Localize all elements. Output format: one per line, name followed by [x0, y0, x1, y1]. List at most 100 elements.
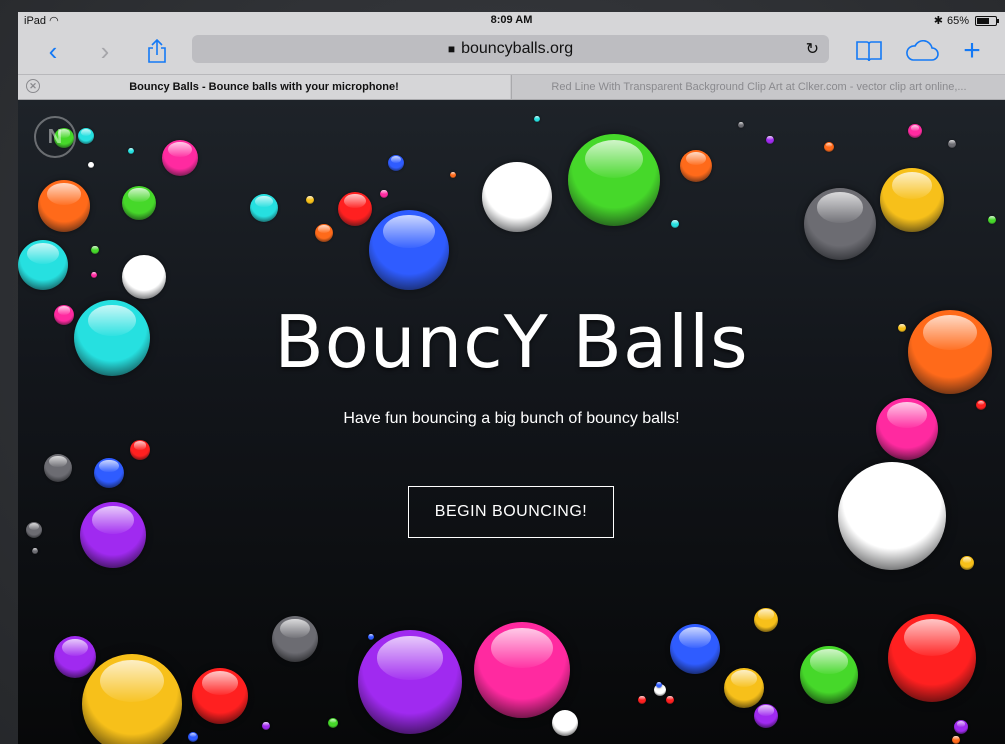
ball: [880, 168, 944, 232]
ball: [32, 548, 38, 554]
lock-icon: ■: [447, 42, 456, 56]
n-logo-icon[interactable]: N: [34, 116, 76, 158]
ball: [54, 636, 96, 678]
ball: [91, 246, 99, 254]
begin-bouncing-button[interactable]: BEGIN BOUNCING!: [408, 486, 614, 538]
ball: [122, 186, 156, 220]
reload-button[interactable]: ↻: [806, 39, 819, 59]
ball: [638, 696, 646, 704]
ball: [26, 522, 42, 538]
bookmarks-button[interactable]: [854, 36, 884, 66]
new-tab-button[interactable]: +: [958, 34, 986, 67]
ball: [804, 188, 876, 260]
ball: [474, 622, 570, 718]
ball: [122, 255, 166, 299]
ball: [534, 116, 540, 122]
ball: [908, 124, 922, 138]
bluetooth-icon: ✱: [933, 15, 943, 27]
close-tab-icon[interactable]: ✕: [26, 79, 40, 93]
share-button[interactable]: [142, 36, 172, 66]
web-page: N BouncY Balls Have fun bouncing a big b…: [18, 100, 1005, 744]
address-text-wrap: ■ bouncyballs.org: [192, 40, 829, 58]
ball: [450, 172, 456, 178]
ball: [130, 440, 150, 460]
ball: [754, 704, 778, 728]
tab-title: Bouncy Balls - Bounce balls with your mi…: [129, 81, 399, 93]
ball: [670, 624, 720, 674]
ball: [960, 556, 974, 570]
tab-bouncy-balls[interactable]: ✕ Bouncy Balls - Bounce balls with your …: [18, 75, 510, 99]
ball: [80, 502, 146, 568]
ball: [18, 240, 68, 290]
ball: [91, 272, 97, 278]
status-right: ✱ 65%: [933, 14, 999, 27]
ball: [724, 668, 764, 708]
battery-icon: [975, 15, 999, 26]
ball: [552, 710, 578, 736]
ball: [306, 196, 314, 204]
ball: [976, 400, 986, 410]
ball: [338, 192, 372, 226]
ball: [128, 148, 134, 154]
ball: [680, 150, 712, 182]
ball: [738, 122, 744, 128]
ball: [482, 162, 552, 232]
ball: [272, 616, 318, 662]
ball: [188, 732, 198, 742]
status-bar: iPad ◠ 8:09 AM ✱ 65%: [18, 12, 1005, 30]
ball: [754, 608, 778, 632]
ball: [952, 736, 960, 744]
chevron-right-icon: ›: [100, 35, 110, 66]
ball: [876, 398, 938, 460]
ball: [388, 155, 404, 171]
address-bar[interactable]: ■ bouncyballs.org ↻: [192, 35, 829, 63]
ipad-screen: iPad ◠ 8:09 AM ✱ 65% ‹ › ■ bouncyballs.or…: [18, 12, 1005, 744]
ball: [250, 194, 278, 222]
ball: [78, 128, 94, 144]
ball: [766, 136, 774, 144]
cloud-icon: [906, 40, 939, 61]
ball: [838, 462, 946, 570]
ball: [888, 614, 976, 702]
ball: [315, 224, 333, 242]
ball: [568, 134, 660, 226]
ball: [82, 654, 182, 744]
tab-bar: ✕ Bouncy Balls - Bounce balls with your …: [18, 75, 1005, 100]
ball: [671, 220, 679, 228]
chevron-left-icon: ‹: [48, 35, 58, 66]
book-icon: [856, 41, 882, 62]
ball: [369, 210, 449, 290]
ball: [800, 646, 858, 704]
forward-button[interactable]: ›: [92, 36, 118, 66]
tab-title: Red Line With Transparent Background Cli…: [551, 81, 967, 93]
ball: [328, 718, 338, 728]
reload-icon: ↻: [805, 41, 819, 58]
ball: [94, 458, 124, 488]
ball: [954, 720, 968, 734]
browser-toolbar: ‹ › ■ bouncyballs.org ↻ +: [18, 30, 1005, 75]
ball: [666, 696, 674, 704]
tab-clker[interactable]: Red Line With Transparent Background Cli…: [511, 75, 1005, 99]
address-url: bouncyballs.org: [461, 40, 574, 57]
ball: [44, 454, 72, 482]
ball: [656, 682, 662, 688]
icloud-tabs-button[interactable]: [904, 36, 940, 66]
ball: [192, 668, 248, 724]
ball: [380, 190, 388, 198]
status-time: 8:09 AM: [490, 14, 533, 26]
page-title: BouncY Balls: [274, 300, 749, 384]
ball: [38, 180, 90, 232]
ball: [88, 162, 94, 168]
battery-percent: 65%: [946, 14, 969, 27]
page-subtitle: Have fun bouncing a big bunch of bouncy …: [343, 410, 680, 427]
ball: [948, 140, 956, 148]
ball: [824, 142, 834, 152]
plus-icon: +: [963, 34, 981, 67]
ball: [262, 722, 270, 730]
ball: [162, 140, 198, 176]
share-icon: [148, 39, 166, 63]
ball: [358, 630, 462, 734]
battery-fill: [977, 17, 989, 24]
ball: [988, 216, 996, 224]
back-button[interactable]: ‹: [40, 36, 66, 66]
